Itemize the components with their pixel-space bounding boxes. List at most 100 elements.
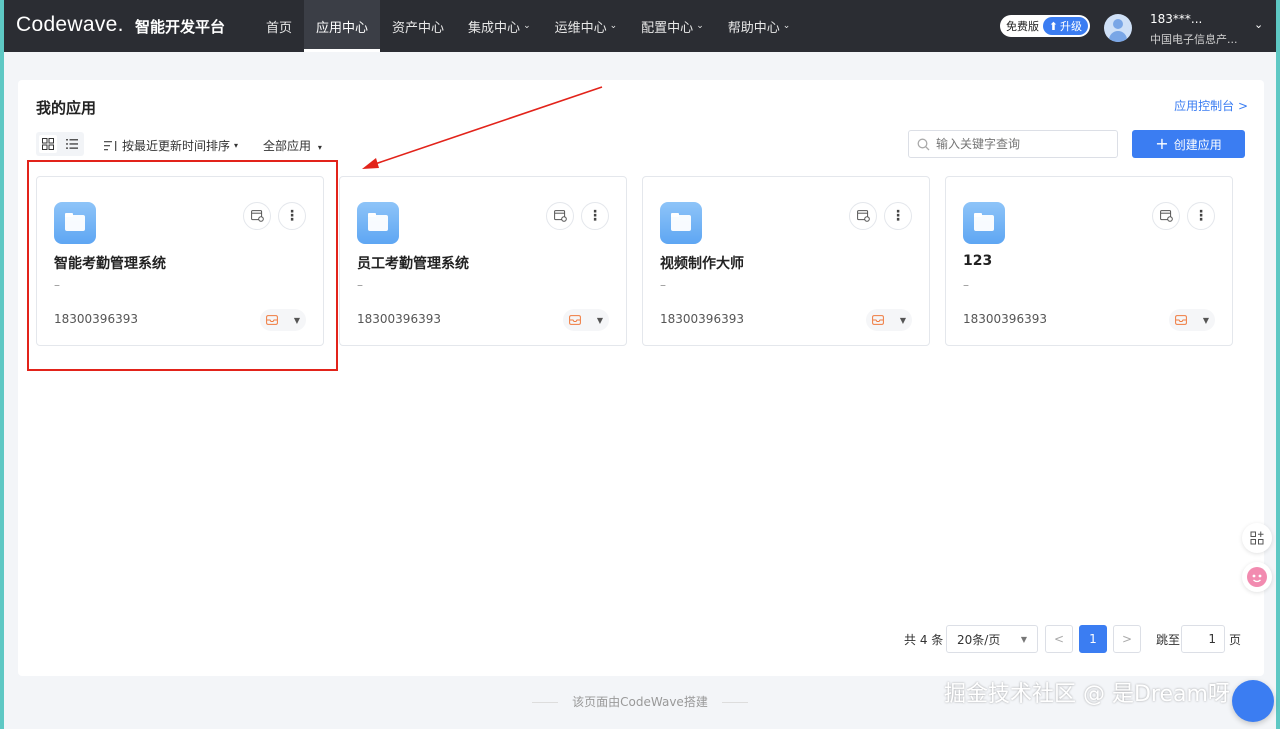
- user-name[interactable]: 183***...: [1150, 12, 1202, 26]
- list-icon: [66, 139, 78, 149]
- create-app-button[interactable]: + 创建应用: [1132, 130, 1245, 158]
- list-view-button[interactable]: [63, 135, 81, 153]
- app-preview-button[interactable]: [1152, 202, 1180, 230]
- nav-help-center[interactable]: 帮助中心 ⌄: [716, 0, 803, 52]
- inbox-icon: [872, 315, 884, 325]
- chevron-down-icon: ⌄: [696, 21, 704, 31]
- app-console-link[interactable]: 应用控制台 >: [1174, 97, 1248, 114]
- plan-label: 免费版: [1006, 20, 1039, 33]
- environment-dropdown[interactable]: ▼: [866, 309, 912, 331]
- caret-down-icon: ▾: [317, 143, 322, 152]
- plus-icon: +: [1155, 134, 1169, 153]
- more-actions-button[interactable]: ⋮: [884, 202, 912, 230]
- sort-dropdown[interactable]: 按最近更新时间排序 ▾: [104, 137, 238, 154]
- more-actions-button[interactable]: ⋮: [581, 202, 609, 230]
- app-name: 123: [963, 253, 993, 269]
- page-title: 我的应用: [36, 99, 97, 117]
- app-name: 智能考勤管理系统: [54, 256, 166, 272]
- nav-app-center[interactable]: 应用中心: [304, 0, 381, 52]
- more-vertical-icon: ⋮: [891, 208, 905, 224]
- nav-home[interactable]: 首页: [254, 0, 304, 52]
- sort-icon: [104, 140, 117, 151]
- browser-icon: [1159, 210, 1173, 222]
- more-vertical-icon: ⋮: [1194, 208, 1208, 224]
- watermark-text: 掘金技术社区 @ 是Dream呀: [944, 682, 1230, 707]
- caret-down-icon: ▾: [234, 141, 239, 150]
- search-input[interactable]: [936, 137, 1106, 151]
- inbox-icon: [1175, 315, 1187, 325]
- app-card[interactable]: ⋮ 员工考勤管理系统 – 18300396393 ▼: [339, 176, 627, 346]
- page-size-select[interactable]: 20条/页 ▼: [946, 625, 1038, 653]
- chevron-down-icon: ⌄: [782, 21, 791, 31]
- app-owner: 18300396393: [660, 312, 744, 326]
- jump-page-input[interactable]: [1181, 625, 1225, 653]
- upload-icon: ⬆: [1048, 19, 1058, 33]
- chevron-down-icon: ⌄: [609, 21, 618, 31]
- app-card[interactable]: ⋮ 智能考勤管理系统 – 18300396393 ▼: [36, 176, 324, 346]
- caret-down-icon: ▼: [596, 315, 603, 325]
- assistant-tool-button[interactable]: [1242, 562, 1272, 592]
- app-card[interactable]: ⋮ 视频制作大师 – 18300396393 ▼: [642, 176, 930, 346]
- more-actions-button[interactable]: ⋮: [1187, 202, 1215, 230]
- app-owner: 18300396393: [357, 312, 441, 326]
- user-menu-chevron-icon[interactable]: ⌄: [1254, 18, 1263, 31]
- app-name: 员工考勤管理系统: [357, 256, 469, 272]
- more-vertical-icon: ⋮: [588, 208, 602, 224]
- grid-view-button[interactable]: [39, 135, 57, 153]
- nav-config-center[interactable]: 配置中心 ⌄: [629, 0, 716, 52]
- user-org: 中国电子信息产...: [1150, 33, 1238, 46]
- app-preview-button[interactable]: [243, 202, 271, 230]
- next-page-button[interactable]: >: [1113, 625, 1141, 653]
- chevron-left-icon: <: [1053, 632, 1065, 646]
- page-suffix: 页: [1229, 633, 1242, 647]
- browser-icon: [553, 210, 567, 222]
- folder-icon: [963, 202, 1005, 244]
- environment-dropdown[interactable]: ▼: [260, 309, 306, 331]
- apps-add-tool-button[interactable]: [1242, 523, 1272, 553]
- app-preview-button[interactable]: [546, 202, 574, 230]
- app-description: –: [54, 278, 60, 292]
- floating-action-button[interactable]: [1232, 680, 1274, 722]
- app-card[interactable]: ⋮ 123 – 18300396393 ▼: [945, 176, 1233, 346]
- nav-ops-center[interactable]: 运维中心 ⌄: [543, 0, 630, 52]
- app-description: –: [357, 278, 363, 292]
- folder-icon: [660, 202, 702, 244]
- nav-asset-center[interactable]: 资产中心: [380, 0, 456, 52]
- app-window: Codewave. 智能开发平台 首页 应用中心 资产中心 集成中心 ⌄ 运维中心…: [4, 0, 1276, 729]
- plan-badge: 免费版 ⬆ 升级: [1000, 15, 1090, 37]
- app-owner: 18300396393: [54, 312, 138, 326]
- environment-dropdown[interactable]: ▼: [1169, 309, 1215, 331]
- caret-down-icon: ▼: [293, 315, 300, 325]
- nav-integration-center[interactable]: 集成中心 ⌄: [456, 0, 543, 52]
- environment-dropdown[interactable]: ▼: [563, 309, 609, 331]
- caret-down-icon: ▼: [1020, 635, 1027, 644]
- browser-icon: [250, 210, 264, 222]
- avatar[interactable]: [1104, 14, 1132, 42]
- assistant-icon: [1247, 567, 1267, 587]
- search-box: [908, 130, 1118, 158]
- upgrade-button[interactable]: ⬆ 升级: [1042, 17, 1088, 35]
- app-preview-button[interactable]: [849, 202, 877, 230]
- app-owner: 18300396393: [963, 312, 1047, 326]
- page-1-button[interactable]: 1: [1079, 625, 1107, 653]
- app-description: –: [660, 278, 666, 292]
- app-description: –: [963, 278, 969, 292]
- inbox-icon: [266, 315, 278, 325]
- caret-down-icon: ▼: [1202, 315, 1209, 325]
- folder-icon: [357, 202, 399, 244]
- app-filter-dropdown[interactable]: 全部应用 ▾: [263, 137, 322, 154]
- top-nav-bar: Codewave. 智能开发平台 首页 应用中心 资产中心 集成中心 ⌄ 运维中心…: [4, 0, 1276, 52]
- codewave-logo[interactable]: Codewave.: [16, 13, 124, 37]
- inbox-icon: [569, 315, 581, 325]
- more-actions-button[interactable]: ⋮: [278, 202, 306, 230]
- browser-icon: [856, 210, 870, 222]
- main-nav: 首页 应用中心 资产中心 集成中心 ⌄ 运维中心 ⌄ 配置中心 ⌄ 帮助中心 ⌄: [254, 0, 802, 52]
- prev-page-button[interactable]: <: [1045, 625, 1073, 653]
- chevron-right-icon: >: [1121, 632, 1133, 646]
- view-toggle: [36, 132, 84, 156]
- chevron-down-icon: ⌄: [523, 21, 531, 31]
- apps-add-icon: [1250, 531, 1264, 545]
- my-apps-panel: 我的应用 应用控制台 > 按最近更新时间排序 ▾ 全部应用 ▾ 输入关键字查询 …: [18, 80, 1264, 676]
- jump-label: 跳至: [1156, 633, 1181, 647]
- platform-name: 智能开发平台: [135, 18, 226, 36]
